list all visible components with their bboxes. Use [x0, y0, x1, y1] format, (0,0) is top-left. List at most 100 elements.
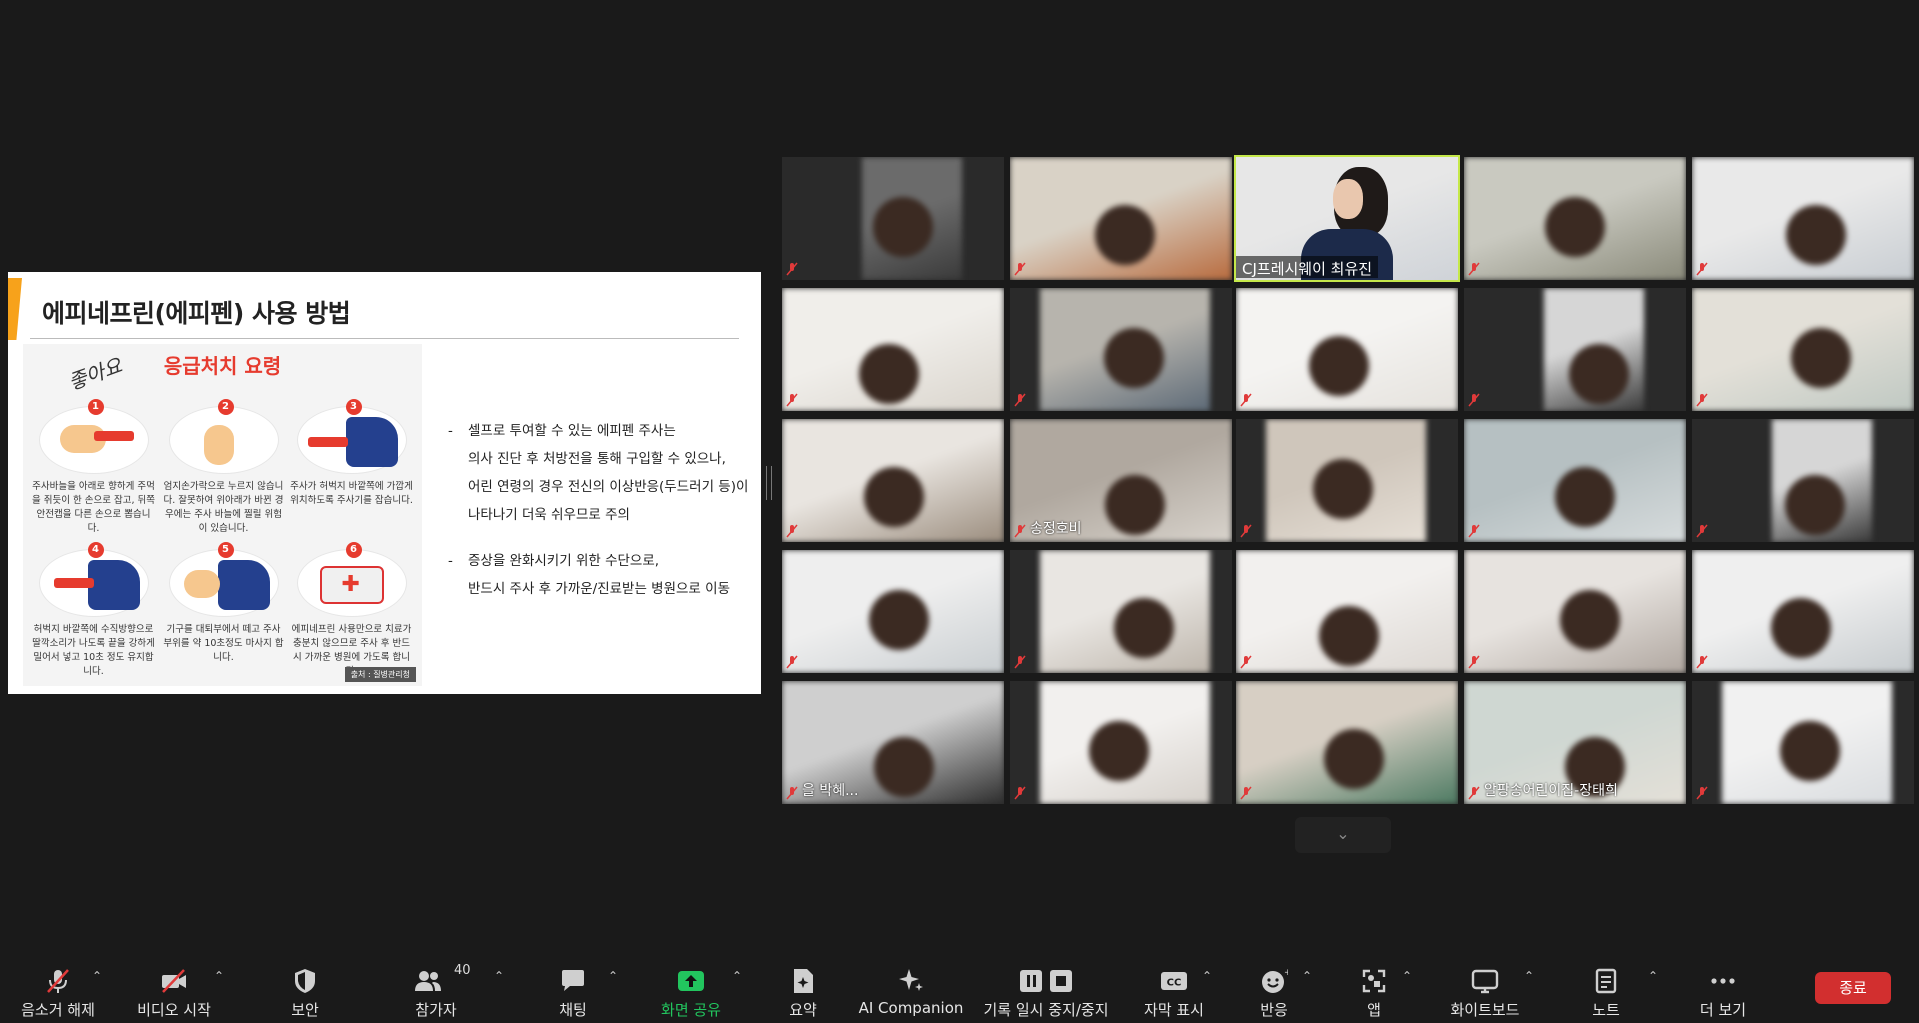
participant-silhouette — [1771, 598, 1831, 658]
video-feed — [782, 419, 1004, 542]
mic-muted-icon — [1696, 786, 1708, 800]
participant-video-tile[interactable] — [1010, 157, 1232, 280]
zoom-meeting-window: 에피네프린(에피펜) 사용 방법 좋아요 응급처치 요령 1 주사바늘을 아래로… — [0, 0, 1919, 1023]
record-pause-stop-icon — [1020, 970, 1072, 992]
participant-video-tile[interactable] — [1464, 550, 1686, 673]
participant-video-tile[interactable] — [1010, 681, 1232, 804]
participant-silhouette — [873, 197, 933, 257]
participant-video-tile[interactable] — [1236, 550, 1458, 673]
participant-silhouette — [1104, 328, 1164, 388]
split-view-resize-handle[interactable] — [766, 466, 772, 500]
video-off-icon — [162, 969, 186, 993]
participant-video-tile[interactable] — [1010, 550, 1232, 673]
participant-video-tile[interactable]: 알팡송어린이집-장태희 — [1464, 681, 1686, 804]
participant-video-tile[interactable] — [1236, 681, 1458, 804]
step-text: 기구를 대퇴부에서 떼고 주사 부위를 약 10초정도 마사지 합니다. — [163, 624, 284, 663]
video-options-caret[interactable]: ⌃ — [214, 969, 224, 983]
step-illustration: 3 — [296, 399, 407, 474]
recording-label: 기록 일시 중지/중지 — [983, 1001, 1109, 1019]
share-screen-label: 화면 공유 — [661, 1001, 721, 1019]
start-video-label: 비디오 시작 — [137, 1001, 211, 1019]
video-feed — [1464, 419, 1686, 542]
share-options-caret[interactable]: ⌃ — [732, 969, 742, 983]
mic-muted-icon — [1240, 655, 1252, 669]
participant-video-tile[interactable] — [1464, 157, 1686, 280]
video-feed — [1040, 550, 1210, 673]
participant-video-tile[interactable] — [1464, 419, 1686, 542]
shared-screen-slide: 에피네프린(에피펜) 사용 방법 좋아요 응급처치 요령 1 주사바늘을 아래로… — [8, 272, 761, 694]
participant-video-tile[interactable] — [782, 550, 1004, 673]
slide-bullet-list: - 셀프로 투여할 수 있는 에피펜 주사는 의사 진단 후 처방전을 통해 구… — [440, 417, 750, 603]
chat-options-caret[interactable]: ⌃ — [608, 969, 618, 983]
captions-button[interactable]: CC 자막 표시 — [1136, 955, 1212, 1023]
reactions-options-caret[interactable]: ⌃ — [1302, 969, 1312, 983]
reactions-button[interactable]: + 반응 — [1244, 955, 1304, 1023]
participant-video-tile[interactable] — [1692, 157, 1914, 280]
video-feed — [782, 550, 1004, 673]
participant-video-tile[interactable] — [1692, 550, 1914, 673]
participant-name: 을 박혜... — [802, 783, 859, 799]
mic-muted-icon — [1696, 524, 1708, 538]
sparkle-icon — [899, 969, 923, 991]
security-button[interactable]: 보안 — [270, 955, 340, 1023]
slide-title: 에피네프린(에피펜) 사용 방법 — [42, 299, 351, 328]
notes-label: 노트 — [1592, 1001, 1620, 1019]
participant-video-tile[interactable] — [1692, 288, 1914, 411]
mic-off-icon — [47, 969, 69, 993]
infographic-step-4: 4 허벅지 바깥쪽에 수직방향으로 딸깍소리가 나도록 끝을 강하게 밀어서 넣… — [31, 542, 156, 679]
participant-video-tile[interactable]: 송정호비 — [1010, 419, 1232, 542]
participant-silhouette — [874, 737, 934, 797]
chat-button[interactable]: 채팅 — [540, 955, 606, 1023]
more-icon — [1711, 978, 1735, 984]
video-feed — [1692, 550, 1914, 673]
whiteboard-options-caret[interactable]: ⌃ — [1524, 969, 1534, 983]
participant-video-tile[interactable] — [1464, 288, 1686, 411]
apps-button[interactable]: 앱 — [1344, 955, 1404, 1023]
mic-muted-icon — [1014, 655, 1026, 669]
more-button[interactable]: 더 보기 — [1690, 955, 1756, 1023]
whiteboard-button[interactable]: 화이트보드 — [1440, 955, 1530, 1023]
whiteboard-label: 화이트보드 — [1450, 1001, 1520, 1019]
participants-icon — [415, 971, 441, 991]
recording-pause-stop-button[interactable]: 기록 일시 중지/중지 — [978, 955, 1114, 1023]
gallery-next-page-button[interactable]: ⌄ — [1295, 817, 1391, 853]
video-feed — [1266, 419, 1426, 542]
chat-icon — [562, 970, 584, 991]
summary-button[interactable]: 요약 — [774, 955, 832, 1023]
video-gallery: CJ프레시웨이 최유진송정호비을 박혜... 알팡송어린이집-장태희 — [782, 155, 1914, 808]
end-meeting-button[interactable]: 종료 — [1815, 972, 1891, 1004]
notes-options-caret[interactable]: ⌃ — [1648, 969, 1658, 983]
share-screen-button[interactable]: 화면 공유 — [648, 955, 734, 1023]
participant-silhouette — [1785, 475, 1845, 535]
participants-options-caret[interactable]: ⌃ — [494, 969, 504, 983]
participant-video-tile[interactable]: 을 박혜... — [782, 681, 1004, 804]
participant-video-tile[interactable] — [1010, 288, 1232, 411]
video-feed — [1040, 681, 1210, 804]
mic-muted-icon — [786, 786, 798, 800]
participant-video-tile[interactable] — [1236, 419, 1458, 542]
mic-muted-icon — [1468, 393, 1480, 407]
participant-video-tile[interactable] — [782, 288, 1004, 411]
participant-video-tile[interactable] — [782, 157, 1004, 280]
participant-video-tile[interactable] — [1692, 419, 1914, 542]
participants-button[interactable]: 40 참가자 — [396, 955, 476, 1023]
infographic-step-6: ✚ 6 에피네프린 사용만으로 치료가 충분치 않으므로 주사 후 반드시 가까… — [289, 542, 414, 679]
participant-video-tile[interactable] — [782, 419, 1004, 542]
apps-options-caret[interactable]: ⌃ — [1402, 969, 1412, 983]
notes-button[interactable]: 노트 — [1576, 955, 1636, 1023]
start-video-button[interactable]: 비디오 시작 — [128, 955, 220, 1023]
participant-name: 송정호비 — [1030, 521, 1082, 537]
participant-video-tile[interactable] — [1692, 681, 1914, 804]
ai-companion-label: AI Companion — [858, 999, 964, 1017]
participant-silhouette — [1105, 475, 1165, 535]
infographic-step-2: 2 엄지손가락으로 누르지 않습니다. 잘못하여 위아래가 바뀐 경우에는 주사… — [161, 399, 286, 536]
participant-video-tile[interactable]: CJ프레시웨이 최유진 — [1234, 155, 1460, 282]
video-feed — [1692, 157, 1914, 280]
ai-companion-button[interactable]: AI Companion — [856, 955, 966, 1023]
audio-options-caret[interactable]: ⌃ — [92, 969, 102, 983]
mic-muted-icon — [786, 524, 798, 538]
unmute-button[interactable]: 음소거 해제 — [14, 955, 102, 1023]
svg-text:CC: CC — [1167, 978, 1182, 989]
captions-options-caret[interactable]: ⌃ — [1202, 969, 1212, 983]
participant-video-tile[interactable] — [1236, 288, 1458, 411]
